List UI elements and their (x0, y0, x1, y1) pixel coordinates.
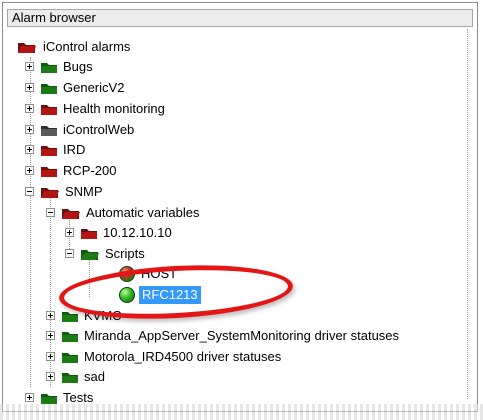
folder-icon (81, 229, 97, 239)
tree-item-label: RCP-200 (63, 163, 117, 178)
tree-item-label: sad (84, 369, 105, 384)
expand-icon[interactable] (65, 228, 74, 237)
open-folder-icon (81, 250, 99, 260)
folder-icon (62, 353, 78, 363)
folder-icon (41, 146, 57, 156)
expand-icon[interactable] (25, 145, 34, 154)
folder-icon (41, 105, 57, 115)
torn-edge (0, 404, 483, 420)
expand-icon[interactable] (46, 331, 55, 340)
collapse-icon[interactable] (46, 208, 55, 217)
tree-line (89, 257, 90, 297)
folder-icon (41, 84, 57, 94)
alarm-tree: iControl alarms Bugs GenericV2 Health mo… (3, 3, 479, 413)
expand-icon[interactable] (46, 372, 55, 381)
folder-icon (41, 167, 57, 177)
tree-root-label: iControl alarms (43, 39, 131, 54)
folder-icon (62, 312, 78, 322)
tree-item-label: GenericV2 (63, 80, 125, 95)
open-folder-icon (41, 188, 59, 198)
tree-item-label: SNMP (65, 184, 103, 199)
expand-icon[interactable] (25, 83, 34, 92)
collapse-icon[interactable] (65, 249, 74, 258)
open-folder-icon (62, 209, 80, 219)
status-orb-icon (119, 287, 135, 303)
folder-icon (41, 63, 57, 73)
tree-item-label: Automatic variables (86, 205, 200, 220)
expand-icon[interactable] (25, 166, 34, 175)
alarm-browser-panel: Alarm browser iControl alarms Bugs Gener… (2, 2, 478, 412)
tree-item-label: Scripts (105, 246, 145, 261)
folder-icon (62, 373, 78, 383)
folder-icon (62, 332, 78, 342)
collapse-icon[interactable] (25, 187, 34, 196)
tree-item-label-selected: RFC1213 (139, 286, 201, 304)
tree-item-label: Bugs (63, 59, 93, 74)
tree-item-label: 10.12.10.10 (103, 225, 172, 240)
tree-item-label: iControlWeb (63, 122, 135, 137)
tree-item-label: IRD (63, 142, 86, 157)
tree-item-label: HOST (141, 266, 178, 281)
folder-icon (41, 126, 57, 136)
expand-icon[interactable] (25, 125, 34, 134)
expand-icon[interactable] (25, 62, 34, 71)
expand-icon[interactable] (25, 393, 34, 402)
tree-item-label: Miranda_AppServer_SystemMonitoring drive… (84, 328, 400, 343)
expand-icon[interactable] (46, 352, 55, 361)
tree-item-label: KVMC (84, 308, 122, 323)
open-folder-icon (18, 43, 36, 53)
expand-icon[interactable] (25, 104, 34, 113)
tree-item-label: Motorola_IRD4500 driver statuses (84, 349, 282, 364)
expand-icon[interactable] (46, 311, 55, 320)
status-orb-icon (119, 266, 135, 282)
folder-icon (41, 394, 57, 404)
tree-item-label: Health monitoring (63, 101, 165, 116)
